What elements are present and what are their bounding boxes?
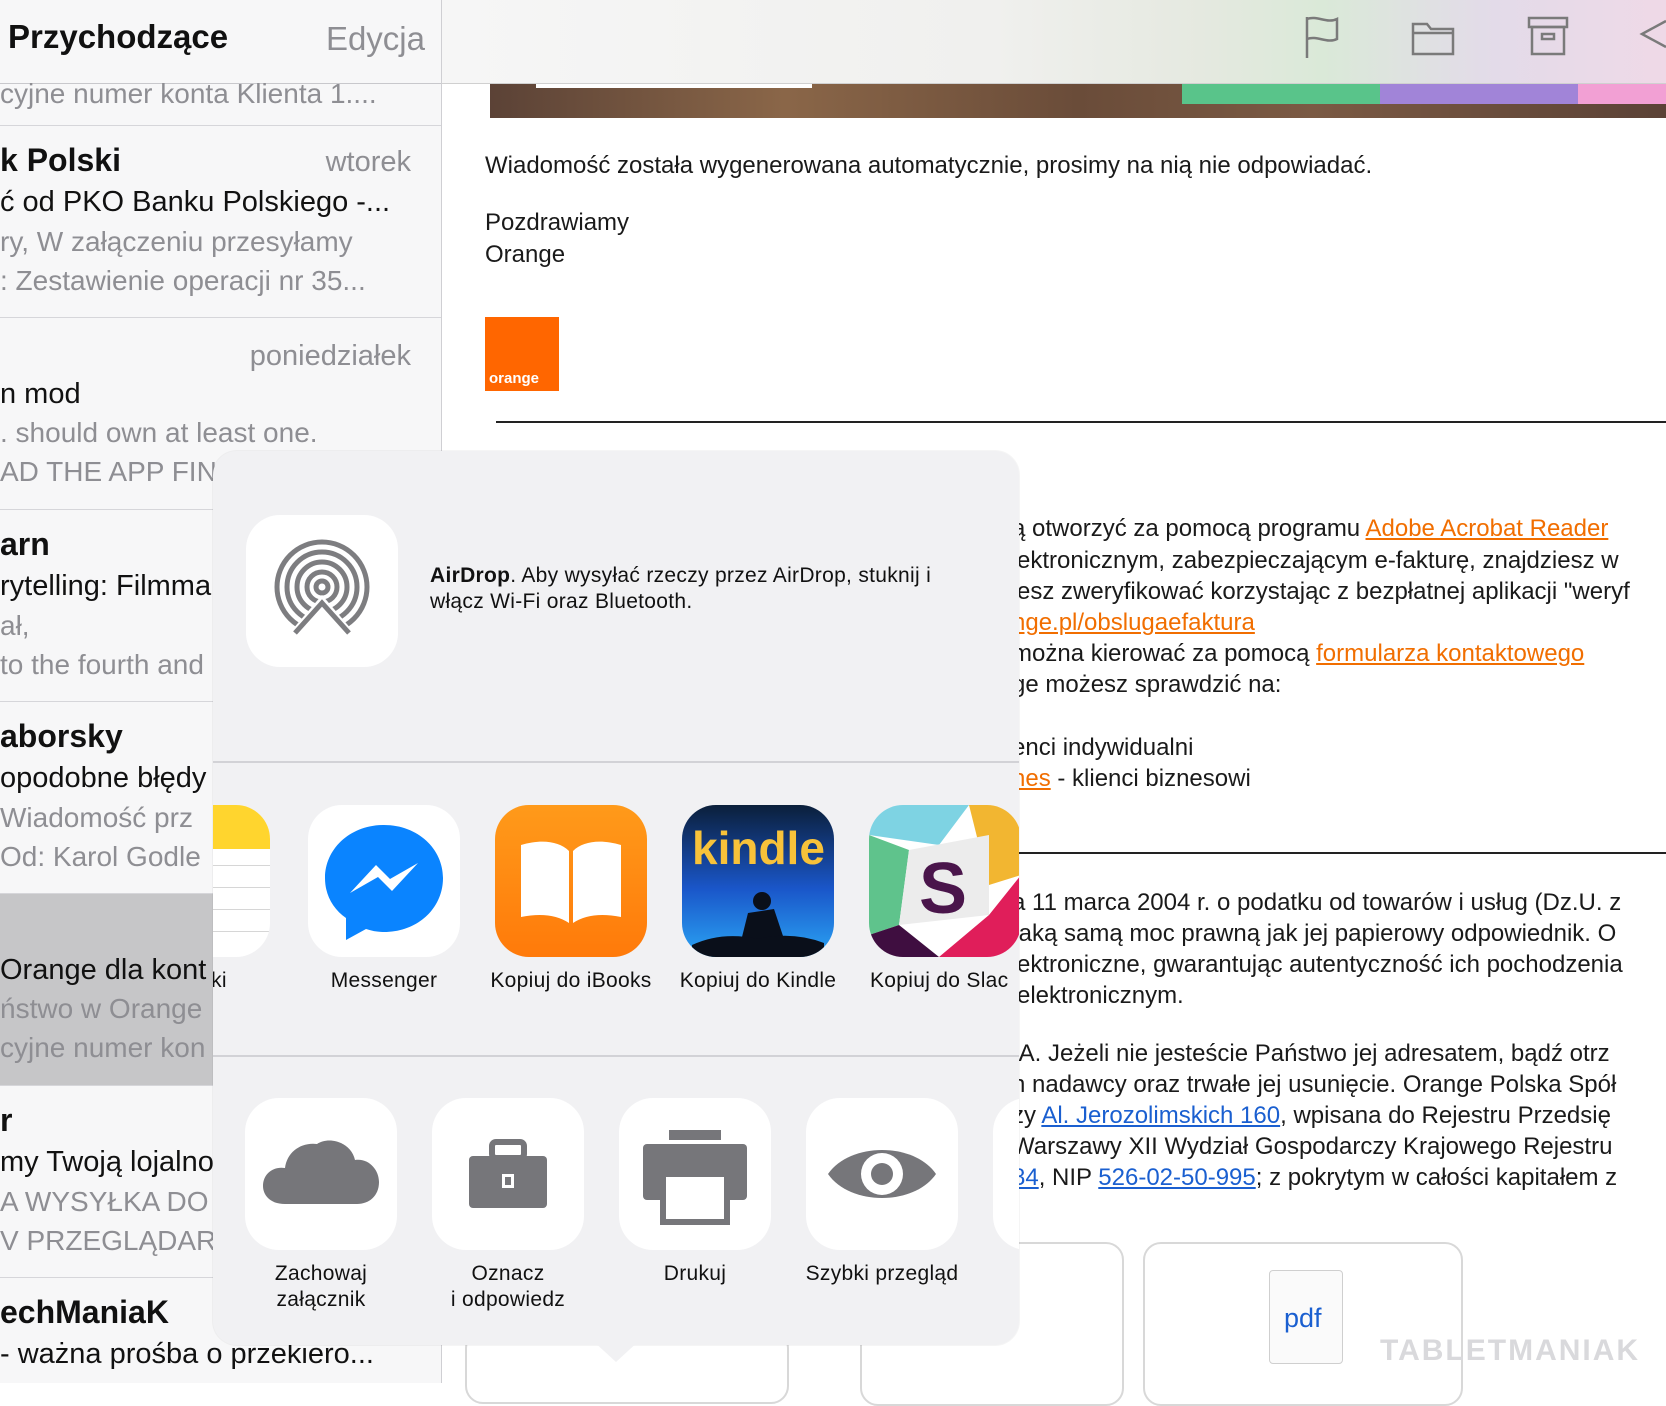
markup-reply-button[interactable] — [432, 1098, 584, 1250]
eye-icon — [828, 1150, 936, 1198]
mailbox-title: Przychodzące — [8, 18, 229, 55]
markup-reply-label: Oznacz i odpowiedz — [450, 1262, 566, 1311]
svg-text:S: S — [919, 849, 967, 929]
body-line: n nadawcy oraz trwałe jej usunięcie. Ora… — [1012, 1071, 1617, 1098]
airdrop-description: AirDrop. Aby wysyłać rzeczy przez AirDro… — [430, 564, 932, 613]
auto-note: Wiadomość została wygenerowana automatyc… — [485, 152, 1373, 179]
messenger-app-label: Messenger — [330, 969, 438, 992]
messenger-icon — [325, 825, 443, 940]
slack-app-label: Kopiuj do Slac — [870, 969, 1009, 992]
body-line: ektroniczne, gwarantując autentyczność i… — [1017, 951, 1623, 978]
reply-icon[interactable] — [1638, 16, 1666, 59]
save-attachment-label: Zachowaj załącznik — [274, 1262, 368, 1311]
share-sheet: AirDrop. Aby wysyłać rzeczy przez AirDro… — [213, 451, 1019, 1345]
banner-color-band — [1578, 84, 1666, 104]
body-line: ektronicznym, zabezpieczającym e-fakturę… — [1017, 547, 1619, 574]
contact-form-link[interactable]: formularza kontaktowego — [1316, 640, 1584, 667]
slack-app-button[interactable]: S — [869, 805, 1019, 957]
message-toolbar — [442, 0, 1666, 84]
divider-line — [1012, 852, 1666, 854]
kindle-app-button[interactable]: kindle — [682, 805, 834, 957]
obsluga-link[interactable]: nge.pl/obslugaefaktura — [1012, 609, 1255, 637]
watermark: TABLETMANIAK — [1380, 1334, 1641, 1367]
save-attachment-button[interactable] — [245, 1098, 397, 1250]
attachment-tile[interactable]: pdf — [1143, 1242, 1463, 1406]
body-line: ą otworzyć za pomocą programu Adobe Acro… — [1012, 515, 1609, 542]
icloud-icon — [263, 1140, 379, 1204]
acrobat-link[interactable]: Adobe Acrobat Reader — [1366, 515, 1609, 542]
banner-color-band — [1380, 84, 1578, 104]
body-line: Warszawy XII Wydział Gospodarczy Krajowe… — [1012, 1133, 1613, 1160]
mail-list-header: Przychodzące Edycja — [0, 0, 441, 84]
body-line: .A. Jeżeli nie jesteście Państwo jej adr… — [1012, 1040, 1610, 1067]
sheet-divider — [213, 761, 1019, 763]
messenger-app-button[interactable] — [308, 805, 460, 957]
greeting: Pozdrawiamy — [485, 209, 630, 236]
body-line: elektronicznym. — [1017, 982, 1184, 1009]
airdrop-icon — [274, 539, 370, 637]
body-line: 84, NIP 526-02-50-995; z pokrytym w cało… — [1012, 1164, 1618, 1191]
slack-icon: S — [869, 805, 1019, 957]
banner-frame-line — [536, 84, 812, 88]
kindle-app-label: Kopiuj do Kindle — [679, 969, 837, 992]
archive-icon[interactable] — [1527, 16, 1569, 61]
sheet-divider — [213, 1055, 1019, 1057]
notes-app-label: tki — [213, 969, 227, 992]
body-line: taką samą moc prawną jak jej papierowy o… — [1012, 920, 1617, 947]
print-button[interactable] — [619, 1098, 771, 1250]
list-item[interactable]: k Polski wtorek ć od PKO Banku Polskiego… — [0, 126, 441, 318]
ibooks-app-button[interactable] — [495, 805, 647, 957]
print-label: Drukuj — [663, 1262, 727, 1285]
more-actions-button[interactable] — [993, 1098, 1019, 1250]
body-line: zy Al. Jerozolimskich 160, wpisana do Re… — [1012, 1102, 1611, 1129]
quick-look-label: Szybki przegląd — [805, 1262, 959, 1285]
briefcase-icon — [469, 1139, 547, 1208]
ibooks-app-label: Kopiuj do iBooks — [490, 969, 652, 992]
notes-app-button[interactable] — [213, 805, 270, 957]
body-line: ge możesz sprawdzić na: — [1012, 671, 1282, 698]
notes-icon — [213, 805, 270, 849]
banner-color-band — [1182, 84, 1380, 104]
list-item[interactable]: cyjne numer konta Klienta 1.... — [0, 78, 441, 126]
orange-logo: orange — [485, 317, 559, 391]
quick-look-button[interactable] — [806, 1098, 958, 1250]
edit-button[interactable]: Edycja — [326, 20, 425, 58]
airdrop-tile[interactable] — [246, 515, 398, 667]
body-line: esz zweryfikować korzystając z bezpłatne… — [1017, 578, 1630, 605]
folder-icon[interactable] — [1411, 18, 1455, 61]
body-line: a 11 marca 2004 r. o podatku od towarów … — [1012, 889, 1622, 916]
address-link[interactable]: Al. Jerozolimskich 160 — [1041, 1102, 1280, 1129]
nip-link[interactable]: 526-02-50-995 — [1098, 1164, 1255, 1191]
share-sheet-pointer — [592, 1340, 640, 1362]
divider-line — [496, 421, 1666, 423]
flag-icon[interactable] — [1302, 14, 1342, 65]
print-icon — [643, 1130, 747, 1225]
body-line: można kierować za pomocą formularza kont… — [1012, 640, 1585, 667]
body-line: enci indywidualni — [1012, 734, 1194, 761]
body-line: nes - klienci biznesowi — [1012, 765, 1251, 792]
pdf-file-icon: pdf — [1269, 1270, 1343, 1364]
signature: Orange — [485, 241, 566, 268]
ibooks-icon — [521, 841, 621, 923]
